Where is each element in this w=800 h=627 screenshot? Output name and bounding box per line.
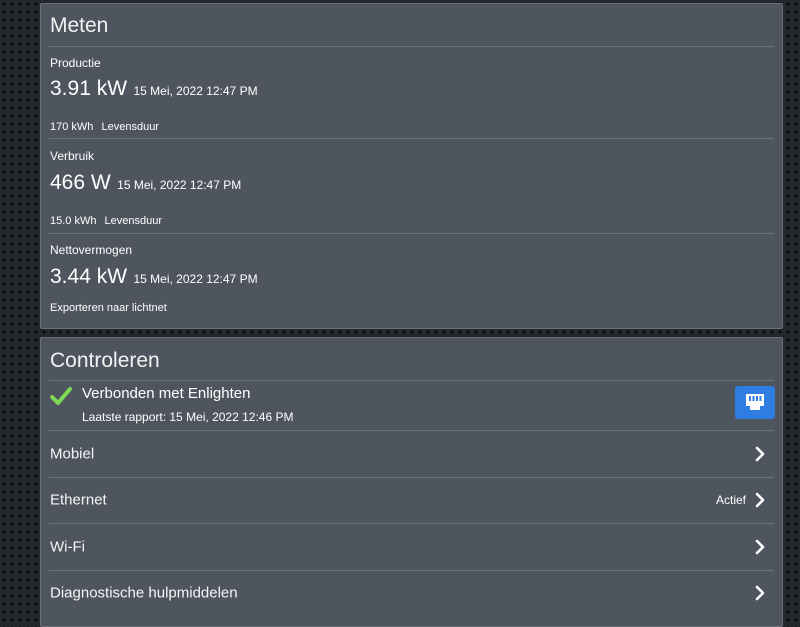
netto-label: Nettovermogen bbox=[50, 243, 133, 257]
controleren-title: Controleren bbox=[50, 349, 160, 372]
productie-reading: 3.91 kW 15 Mei, 2022 12:47 PM bbox=[50, 77, 258, 101]
chevron-right-icon bbox=[755, 585, 765, 601]
connection-status: Verbonden met Enlighten bbox=[82, 385, 251, 402]
checkmark-icon bbox=[50, 386, 72, 406]
productie-lifetime: 170 kWh Levensduur bbox=[50, 121, 159, 133]
productie-lifetime-value: 170 kWh bbox=[50, 121, 94, 133]
verbruik-lifetime-label: Levensduur bbox=[104, 215, 163, 227]
row-ethernet[interactable]: Ethernet Actief bbox=[41, 477, 782, 523]
divider bbox=[49, 233, 774, 234]
divider bbox=[49, 138, 774, 139]
ethernet-status: Actief bbox=[715, 493, 746, 507]
verbruik-lifetime-value: 15.0 kWh bbox=[50, 215, 97, 227]
productie-timestamp: 15 Mei, 2022 12:47 PM bbox=[133, 84, 258, 98]
verbruik-timestamp: 15 Mei, 2022 12:47 PM bbox=[117, 178, 242, 192]
productie-label: Productie bbox=[50, 56, 101, 70]
row-label: Mobiel bbox=[50, 445, 95, 463]
productie-lifetime-label: Levensduur bbox=[101, 121, 159, 133]
verbruik-value: 466 W bbox=[50, 171, 111, 194]
row-wifi[interactable]: Wi-Fi bbox=[41, 524, 782, 570]
chevron-right-icon bbox=[755, 539, 765, 555]
netto-status: Exporteren naar lichtnet bbox=[50, 302, 167, 314]
ethernet-button[interactable] bbox=[735, 386, 775, 419]
controleren-panel: Controleren Verbonden met Enlighten Laat… bbox=[40, 337, 783, 627]
chevron-right-icon bbox=[755, 492, 765, 508]
divider bbox=[49, 46, 774, 47]
ethernet-icon bbox=[746, 394, 764, 410]
verbruik-reading: 466 W 15 Mei, 2022 12:47 PM bbox=[50, 171, 241, 195]
row-mobiel[interactable]: Mobiel bbox=[41, 431, 782, 477]
netto-value: 3.44 kW bbox=[50, 265, 128, 288]
row-diagnostics[interactable]: Diagnostische hulpmiddelen bbox=[41, 570, 782, 616]
verbruik-lifetime: 15.0 kWh Levensduur bbox=[50, 215, 162, 227]
row-label: Ethernet bbox=[50, 491, 107, 509]
verbruik-label: Verbruik bbox=[50, 149, 95, 163]
row-label: Diagnostische hulpmiddelen bbox=[50, 584, 238, 602]
chevron-right-icon bbox=[755, 446, 765, 462]
last-report: Laatste rapport: 15 Mei, 2022 12:46 PM bbox=[82, 410, 294, 424]
row-label: Wi-Fi bbox=[50, 538, 85, 556]
divider bbox=[49, 380, 774, 381]
netto-reading: 3.44 kW 15 Mei, 2022 12:47 PM bbox=[50, 265, 258, 289]
meten-title: Meten bbox=[50, 14, 109, 37]
productie-value: 3.91 kW bbox=[50, 77, 128, 100]
meten-panel: Meten Productie 3.91 kW 15 Mei, 2022 12:… bbox=[40, 3, 783, 329]
netto-timestamp: 15 Mei, 2022 12:47 PM bbox=[133, 272, 258, 286]
